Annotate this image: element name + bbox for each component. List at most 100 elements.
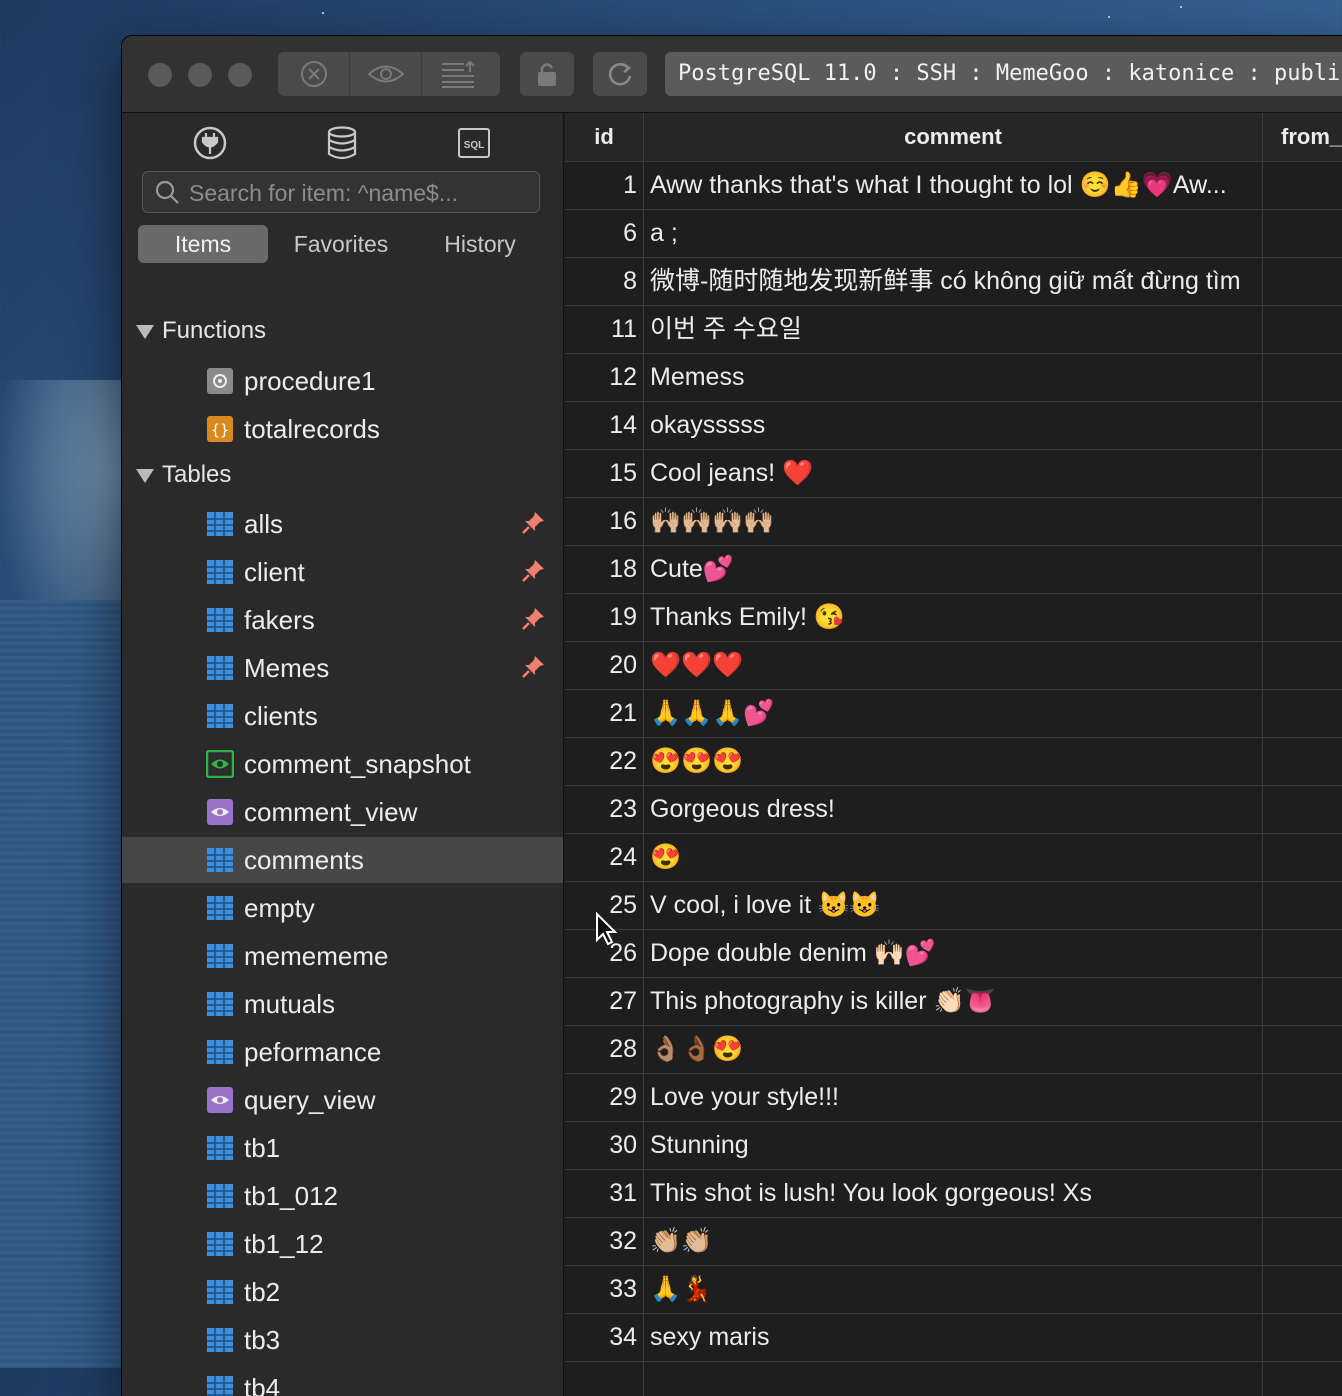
table-row[interactable]: 30 Stunning: [565, 1122, 1342, 1170]
connections-button[interactable]: [188, 121, 232, 165]
cell-comment[interactable]: sexy maris: [650, 1314, 1255, 1361]
sidebar-item-tb2[interactable]: tb2: [122, 1269, 563, 1315]
tab-history[interactable]: History: [418, 225, 542, 263]
table-row[interactable]: 29 Love your style!!!: [565, 1074, 1342, 1122]
search-field[interactable]: [142, 171, 540, 214]
cell-id[interactable]: 14: [565, 402, 637, 449]
table-row[interactable]: 20 ❤️❤️❤️: [565, 642, 1342, 690]
table-row[interactable]: 18 Cute💕: [565, 546, 1342, 594]
sidebar-item-empty[interactable]: empty: [122, 885, 563, 931]
cell-comment[interactable]: Love your style!!!: [650, 1074, 1255, 1121]
sidebar-item-fakers[interactable]: fakers: [122, 597, 563, 643]
cell-comment[interactable]: okaysssss: [650, 402, 1255, 449]
tab-favorites[interactable]: Favorites: [280, 225, 402, 263]
table-row[interactable]: 24 😍: [565, 834, 1342, 882]
table-row[interactable]: 15 Cool jeans! ❤️: [565, 450, 1342, 498]
sidebar-item-tb1_012[interactable]: tb1_012: [122, 1173, 563, 1219]
close-window-button[interactable]: [148, 63, 172, 87]
cell-comment[interactable]: Memess: [650, 354, 1255, 401]
sidebar-item-tb1_12[interactable]: tb1_12: [122, 1221, 563, 1267]
table-row[interactable]: 34 sexy maris: [565, 1314, 1342, 1362]
cell-id[interactable]: 16: [565, 498, 637, 545]
cell-id[interactable]: 24: [565, 834, 637, 881]
cell-id[interactable]: 21: [565, 690, 637, 737]
cell-comment[interactable]: ❤️❤️❤️: [650, 642, 1255, 689]
cell-id[interactable]: 34: [565, 1314, 637, 1361]
cell-id[interactable]: 6: [565, 210, 637, 257]
table-row[interactable]: 1 Aww thanks that's what I thought to lol…: [565, 162, 1342, 210]
column-header-from[interactable]: from_: [1281, 113, 1342, 161]
cell-id[interactable]: 32: [565, 1218, 637, 1265]
sidebar-item-client[interactable]: client: [122, 549, 563, 595]
cell-id[interactable]: 15: [565, 450, 637, 497]
table-row[interactable]: 16 🙌🏼🙌🏼🙌🏼🙌🏼: [565, 498, 1342, 546]
sidebar-item-tb3[interactable]: tb3: [122, 1317, 563, 1363]
cell-comment[interactable]: 이번 주 수요일: [650, 306, 1255, 353]
table-row[interactable]: 25 V cool, i love it 😺😺: [565, 882, 1342, 930]
databases-button[interactable]: [320, 121, 364, 165]
cell-comment[interactable]: 👌🏽👌🏾😍: [650, 1026, 1255, 1073]
cell-id[interactable]: 12: [565, 354, 637, 401]
cell-comment[interactable]: This shot is lush! You look gorgeous! Xs: [650, 1170, 1255, 1217]
table-row[interactable]: 23 Gorgeous dress!: [565, 786, 1342, 834]
table-row[interactable]: 33 🙏💃: [565, 1266, 1342, 1314]
sidebar-item-query_view[interactable]: query_view: [122, 1077, 563, 1123]
functions-group-header[interactable]: Functions: [136, 311, 266, 351]
cell-comment[interactable]: a ;: [650, 210, 1255, 257]
cell-comment[interactable]: Cool jeans! ❤️: [650, 450, 1255, 497]
cell-comment[interactable]: Thanks Emily! 😘: [650, 594, 1255, 641]
cell-id[interactable]: 8: [565, 258, 637, 305]
cell-comment[interactable]: 微博-随时随地发现新鲜事 có không giữ mất đừng tìm: [650, 258, 1255, 305]
cell-id[interactable]: 30: [565, 1122, 637, 1169]
sidebar-item-procedure1[interactable]: procedure1: [122, 358, 563, 404]
sidebar-item-memememe[interactable]: memememe: [122, 933, 563, 979]
sidebar-item-alls[interactable]: alls: [122, 501, 563, 547]
pin-icon[interactable]: [520, 654, 546, 680]
sidebar-item-tb4[interactable]: tb4: [122, 1365, 563, 1396]
zoom-window-button[interactable]: [228, 63, 252, 87]
cell-comment[interactable]: This photography is killer 👏🏻👅: [650, 978, 1255, 1025]
cell-id[interactable]: 18: [565, 546, 637, 593]
tab-items[interactable]: Items: [138, 225, 268, 263]
cell-comment[interactable]: Aww thanks that's what I thought to lol …: [650, 162, 1255, 209]
cell-id[interactable]: 27: [565, 978, 637, 1025]
sidebar-item-peformance[interactable]: peformance: [122, 1029, 563, 1075]
close-circle-button[interactable]: [278, 52, 350, 96]
table-row[interactable]: 14 okaysssss: [565, 402, 1342, 450]
table-row[interactable]: 32 👏🏼👏🏼: [565, 1218, 1342, 1266]
cell-comment[interactable]: Cute💕: [650, 546, 1255, 593]
sql-query-button[interactable]: SQL: [452, 121, 496, 165]
sidebar-item-totalrecords[interactable]: {} totalrecords: [122, 406, 563, 452]
table-row[interactable]: 19 Thanks Emily! 😘: [565, 594, 1342, 642]
sidebar-item-memes[interactable]: Memes: [122, 645, 563, 691]
table-row[interactable]: 6 a ;: [565, 210, 1342, 258]
pin-icon[interactable]: [520, 606, 546, 632]
pin-icon[interactable]: [520, 510, 546, 536]
table-row[interactable]: 22 😍😍😍: [565, 738, 1342, 786]
text-align-button[interactable]: [422, 52, 494, 96]
table-row[interactable]: 31 This shot is lush! You look gorgeous! …: [565, 1170, 1342, 1218]
sidebar-item-tb1[interactable]: tb1: [122, 1125, 563, 1171]
cell-comment[interactable]: 🙌🏼🙌🏼🙌🏼🙌🏼: [650, 498, 1255, 545]
cell-id[interactable]: 29: [565, 1074, 637, 1121]
table-row[interactable]: 26 Dope double denim 🙌🏻💕: [565, 930, 1342, 978]
column-header-comment[interactable]: comment: [643, 113, 1263, 161]
table-row[interactable]: 21 🙏🙏🙏💕: [565, 690, 1342, 738]
cell-id[interactable]: 28: [565, 1026, 637, 1073]
table-row[interactable]: 11 이번 주 수요일: [565, 306, 1342, 354]
cell-comment[interactable]: Gorgeous dress!: [650, 786, 1255, 833]
reload-button[interactable]: [593, 52, 647, 96]
cell-comment[interactable]: V cool, i love it 😺😺: [650, 882, 1255, 929]
sidebar-item-mutuals[interactable]: mutuals: [122, 981, 563, 1027]
cell-id[interactable]: 31: [565, 1170, 637, 1217]
cell-id[interactable]: 20: [565, 642, 637, 689]
cell-comment[interactable]: 😍😍😍: [650, 738, 1255, 785]
pin-icon[interactable]: [520, 558, 546, 584]
cell-comment[interactable]: Dope double denim 🙌🏻💕: [650, 930, 1255, 977]
cell-id[interactable]: 23: [565, 786, 637, 833]
cell-id[interactable]: 33: [565, 1266, 637, 1313]
table-row[interactable]: 28 👌🏽👌🏾😍: [565, 1026, 1342, 1074]
cell-comment[interactable]: 👏🏼👏🏼: [650, 1218, 1255, 1265]
table-row[interactable]: 27 This photography is killer 👏🏻👅: [565, 978, 1342, 1026]
cell-id[interactable]: 1: [565, 162, 637, 209]
